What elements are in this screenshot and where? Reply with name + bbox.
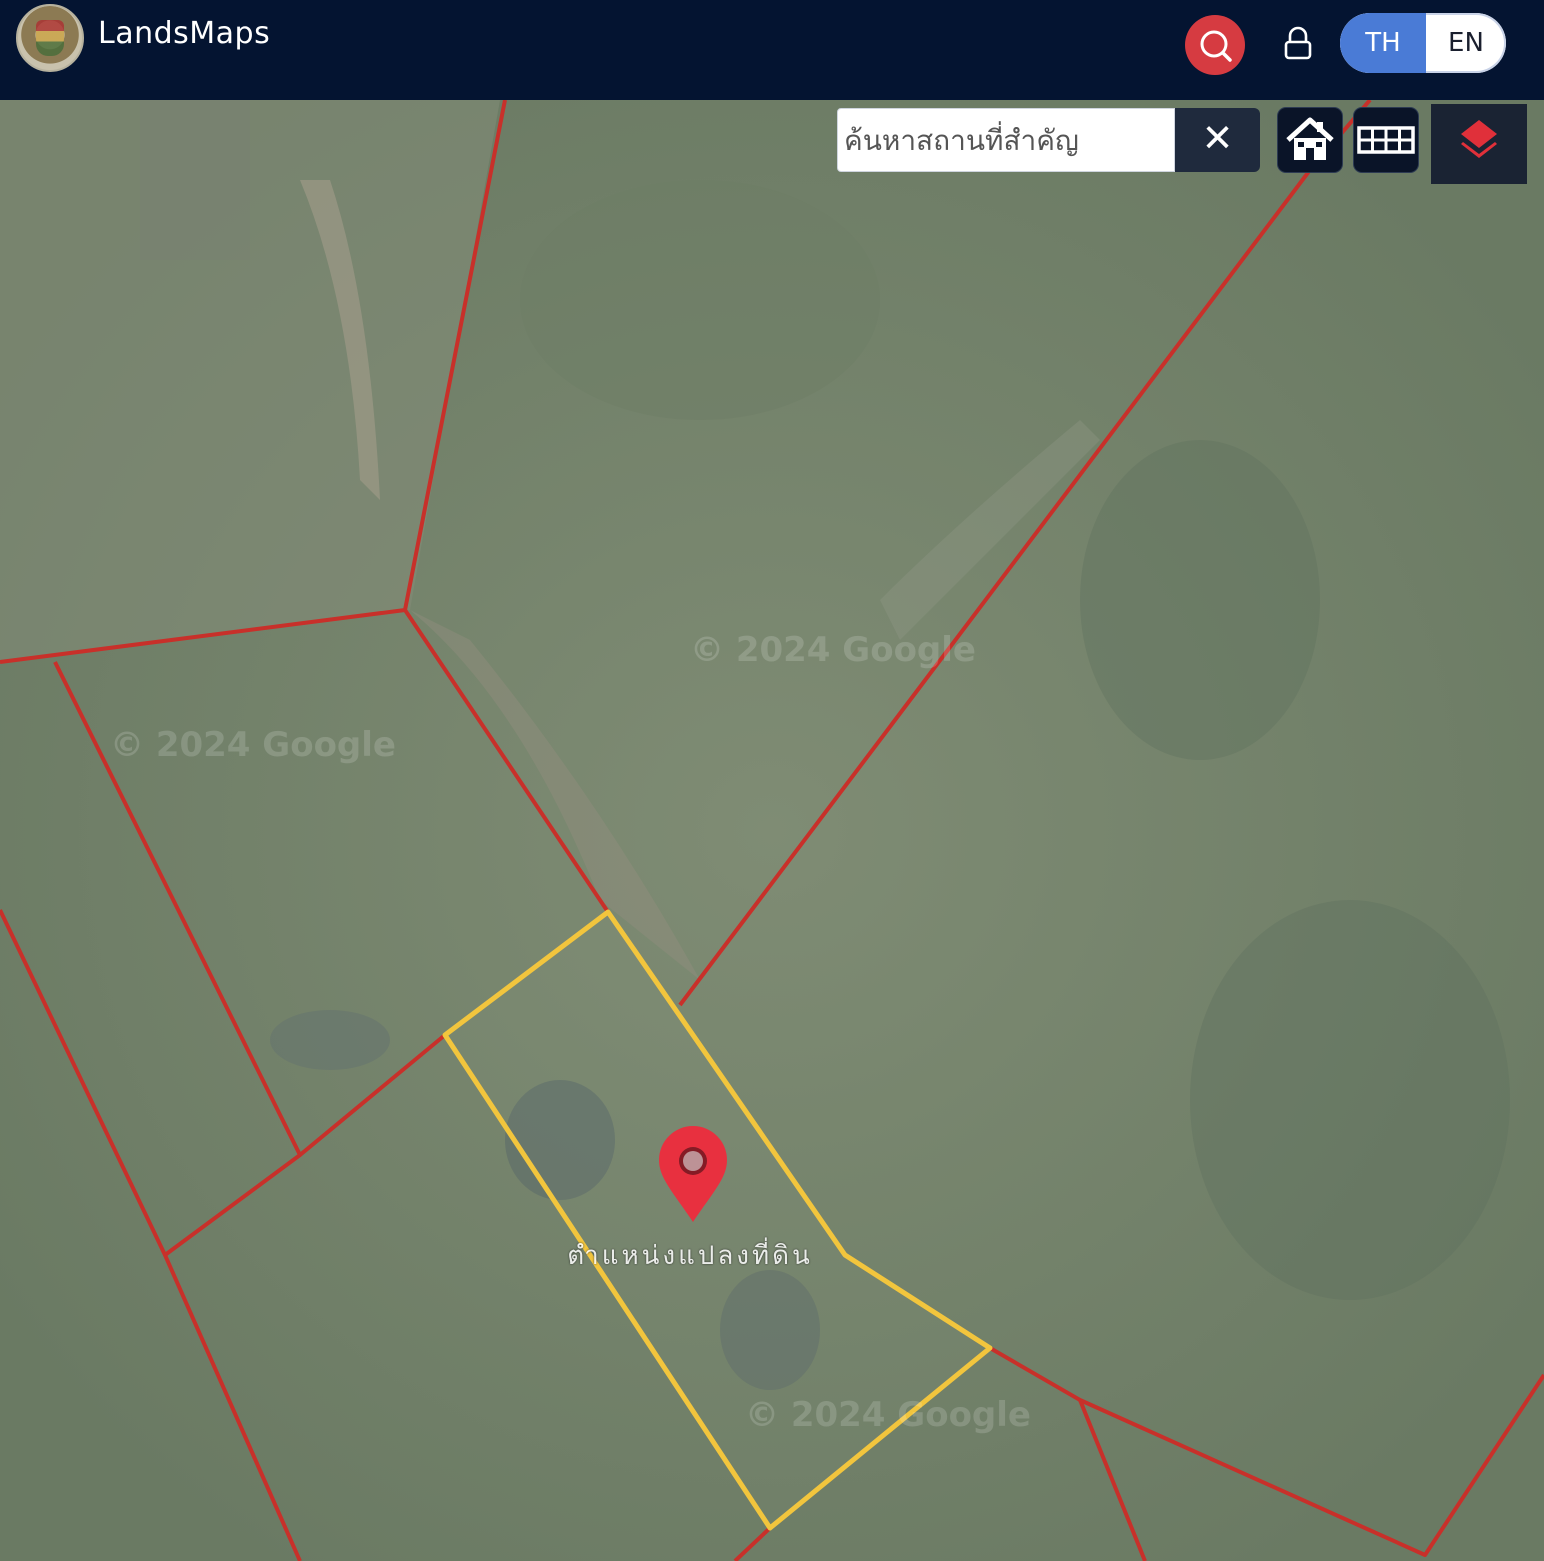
map-watermark: © 2024 Google (110, 725, 396, 765)
search-button[interactable] (1185, 15, 1245, 75)
grid-icon (1357, 126, 1415, 154)
lang-th-button[interactable]: TH (1340, 13, 1426, 73)
place-search-box: ✕ (837, 108, 1260, 172)
map-watermark: © 2024 Google (690, 630, 976, 670)
department-seal-logo[interactable] (16, 4, 84, 72)
layers-icon (1461, 120, 1497, 158)
layers-button[interactable] (1431, 104, 1527, 184)
clear-search-button[interactable]: ✕ (1175, 108, 1260, 172)
lock-icon (1284, 26, 1312, 60)
search-icon (1200, 30, 1232, 62)
map-canvas[interactable]: © 2024 Google © 2024 Google © 2024 Googl… (0, 100, 1544, 1561)
home-extent-button[interactable] (1278, 108, 1342, 172)
top-navbar: LandsMaps TH EN (0, 0, 1544, 100)
app-brand[interactable]: LandsMaps (98, 16, 270, 51)
login-button[interactable] (1278, 24, 1318, 64)
language-toggle: TH EN (1340, 13, 1506, 73)
lang-en-button[interactable]: EN (1426, 13, 1506, 73)
home-icon (1286, 117, 1334, 160)
place-search-input[interactable] (837, 108, 1175, 172)
satellite-map[interactable] (0, 100, 1544, 1561)
marker-label: ตำแหน่งแปลงที่ดิน (567, 1241, 813, 1271)
map-watermark: © 2024 Google (745, 1395, 1031, 1435)
grid-toggle-button[interactable] (1354, 108, 1418, 172)
